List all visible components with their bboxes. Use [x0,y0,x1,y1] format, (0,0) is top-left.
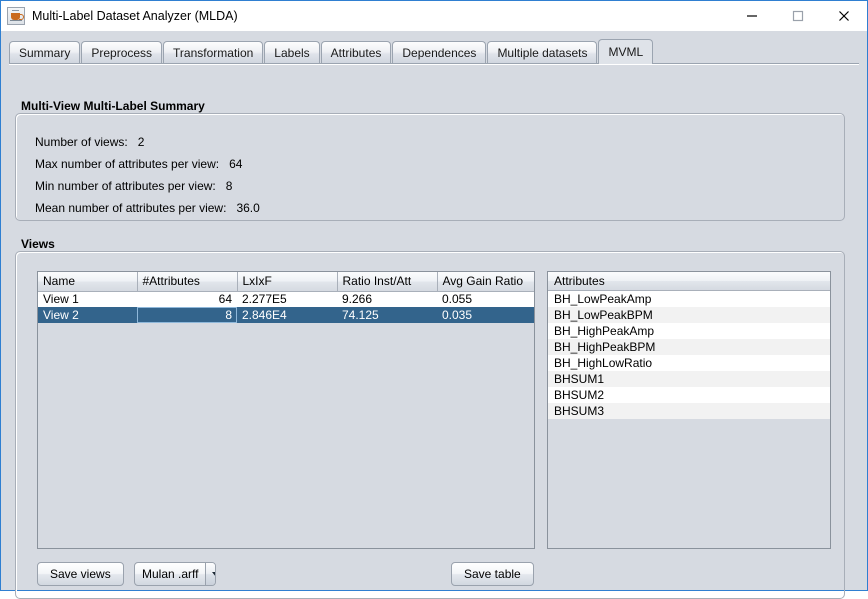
list-item[interactable]: BH_LowPeakBPM [548,307,830,323]
column-header-avg-gain-ratio[interactable]: Avg Gain Ratio [437,272,534,292]
column-header-lxixf[interactable]: LxIxF [237,272,338,292]
tab-multiple-datasets[interactable]: Multiple datasets [487,41,598,64]
tab-summary[interactable]: Summary [9,41,81,64]
chevron-down-icon[interactable] [205,563,215,585]
summary-group-title: Multi-View Multi-Label Summary [21,99,205,113]
summary-value: 36.0 [236,201,260,215]
window-title: Multi-Label Dataset Analyzer (MLDA) [32,9,238,23]
summary-row-mean-attributes: Mean number of attributes per view: 36.0 [35,201,260,215]
list-item[interactable]: BHSUM1 [548,371,830,387]
tab-separator [9,63,859,65]
tab-preprocess[interactable]: Preprocess [81,41,163,64]
column-header-attributes[interactable]: #Attributes [137,272,238,292]
content-area: Summary Preprocess Transformation Labels… [1,31,867,599]
tab-label: Preprocess [91,46,153,60]
attributes-list-header: Attributes [548,272,830,291]
title-bar: Multi-Label Dataset Analyzer (MLDA) [1,1,867,31]
tab-label: Labels [274,46,310,60]
list-item[interactable]: BH_HighPeakBPM [548,339,830,355]
list-item[interactable]: BHSUM3 [548,403,830,419]
views-table-header-row: Name #Attributes LxIxF Ratio Inst/Att Av… [38,272,534,292]
list-item[interactable]: BHSUM2 [548,387,830,403]
tab-label: Transformation [173,46,254,60]
summary-label: Min number of attributes per view: [35,179,216,193]
java-cup-icon [7,7,25,25]
views-group-title: Views [21,237,55,251]
tab-label: Dependences [402,46,477,60]
list-item[interactable]: BH_HighPeakAmp [548,323,830,339]
list-item[interactable]: BH_LowPeakAmp [548,291,830,307]
maximize-button[interactable] [775,1,821,31]
tab-label: Attributes [330,46,382,60]
summary-row-max-attributes: Max number of attributes per view: 64 [35,157,242,171]
export-format-combobox[interactable]: Mulan .arff [134,562,216,586]
minimize-button[interactable] [729,1,775,31]
save-table-button[interactable]: Save table [451,562,534,586]
save-views-button[interactable]: Save views [37,562,124,586]
tab-bar: Summary Preprocess Transformation Labels… [9,36,859,64]
list-item[interactable]: BH_HighLowRatio [548,355,830,371]
cell-lxixf: 2.277E5 [237,291,337,307]
summary-value: 64 [229,157,243,171]
cell-avg-gain-ratio: 0.035 [437,307,534,323]
tab-label: Summary [19,46,71,60]
cell-ratio-inst-att: 74.125 [337,307,437,323]
tab-attributes[interactable]: Attributes [320,41,392,64]
tab-labels[interactable]: Labels [264,41,320,64]
column-header-ratio-inst-att[interactable]: Ratio Inst/Att [337,272,438,292]
application-window: Multi-Label Dataset Analyzer (MLDA) Summ… [0,0,868,599]
summary-value: 8 [225,179,233,193]
summary-row-min-attributes: Min number of attributes per view: 8 [35,179,232,193]
attributes-list[interactable]: Attributes BH_LowPeakAmp BH_LowPeakBPM B… [547,271,831,549]
cell-name: View 2 [38,307,137,323]
views-table[interactable]: Name #Attributes LxIxF Ratio Inst/Att Av… [37,271,535,549]
views-table-grid: Name #Attributes LxIxF Ratio Inst/Att Av… [38,272,534,323]
export-format-value: Mulan .arff [142,567,199,581]
table-row[interactable]: View 2 8 2.846E4 74.125 0.035 [38,307,534,323]
cell-lxixf: 2.846E4 [237,307,337,323]
summary-value: 2 [137,135,145,149]
table-row[interactable]: View 1 64 2.277E5 9.266 0.055 [38,291,534,307]
cell-name: View 1 [38,291,137,307]
cell-ratio-inst-att: 9.266 [337,291,437,307]
tab-dependences[interactable]: Dependences [392,41,487,64]
window-controls [729,1,867,31]
summary-label: Max number of attributes per view: [35,157,220,171]
cell-attributes: 64 [137,291,237,307]
cell-attributes: 8 [137,307,237,323]
close-button[interactable] [821,1,867,31]
summary-label: Mean number of attributes per view: [35,201,227,215]
cell-avg-gain-ratio: 0.055 [437,291,534,307]
summary-label: Number of views: [35,135,128,149]
summary-row-number-of-views: Number of views: 2 [35,135,144,149]
tab-label: Multiple datasets [497,46,588,60]
tab-label: MVML [608,45,644,59]
column-header-name[interactable]: Name [38,272,138,292]
tab-transformation[interactable]: Transformation [163,41,264,64]
tab-mvml[interactable]: MVML [598,39,654,64]
